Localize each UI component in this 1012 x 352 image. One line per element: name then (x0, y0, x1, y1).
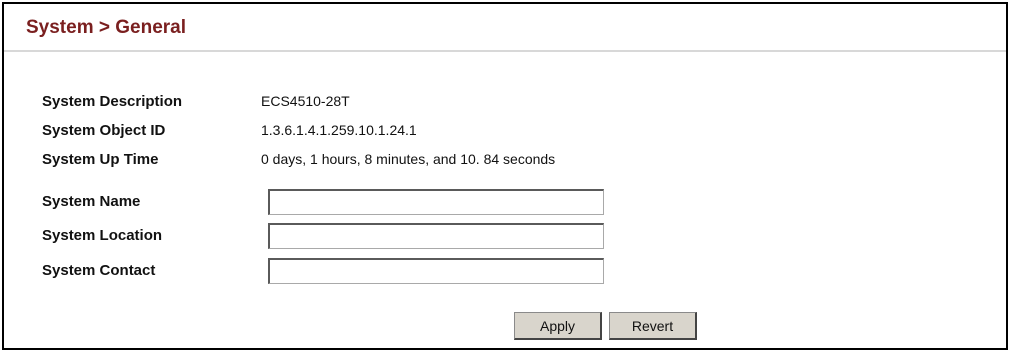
system-description-label: System Description (42, 93, 183, 110)
row-system-contact: System Contact (4, 258, 1006, 284)
system-location-label: System Location (42, 227, 163, 244)
page-title: System > General (26, 17, 187, 38)
system-object-id-value: 1.3.6.1.4.1.259.10.1.24.1 (261, 122, 417, 138)
title-bar: System > General (4, 4, 1006, 52)
row-system-name: System Name (4, 189, 1006, 215)
row-system-up-time: System Up Time 0 days, 1 hours, 8 minute… (4, 147, 1006, 173)
apply-button[interactable]: Apply (514, 312, 602, 340)
row-system-description: System Description ECS4510-28T (4, 89, 1006, 115)
system-contact-input[interactable] (268, 258, 604, 284)
system-contact-label: System Contact (42, 262, 156, 279)
row-system-object-id: System Object ID 1.3.6.1.4.1.259.10.1.24… (4, 118, 1006, 144)
system-name-input[interactable] (268, 189, 604, 215)
revert-button[interactable]: Revert (609, 312, 697, 340)
system-object-id-label: System Object ID (42, 122, 166, 139)
system-name-label: System Name (42, 193, 141, 210)
system-location-input[interactable] (268, 223, 604, 249)
system-up-time-value: 0 days, 1 hours, 8 minutes, and 10. 84 s… (261, 151, 556, 167)
general-settings-panel: System > General System Description ECS4… (2, 2, 1008, 350)
system-description-value: ECS4510-28T (261, 93, 350, 109)
row-system-location: System Location (4, 223, 1006, 249)
system-up-time-label: System Up Time (42, 151, 159, 168)
